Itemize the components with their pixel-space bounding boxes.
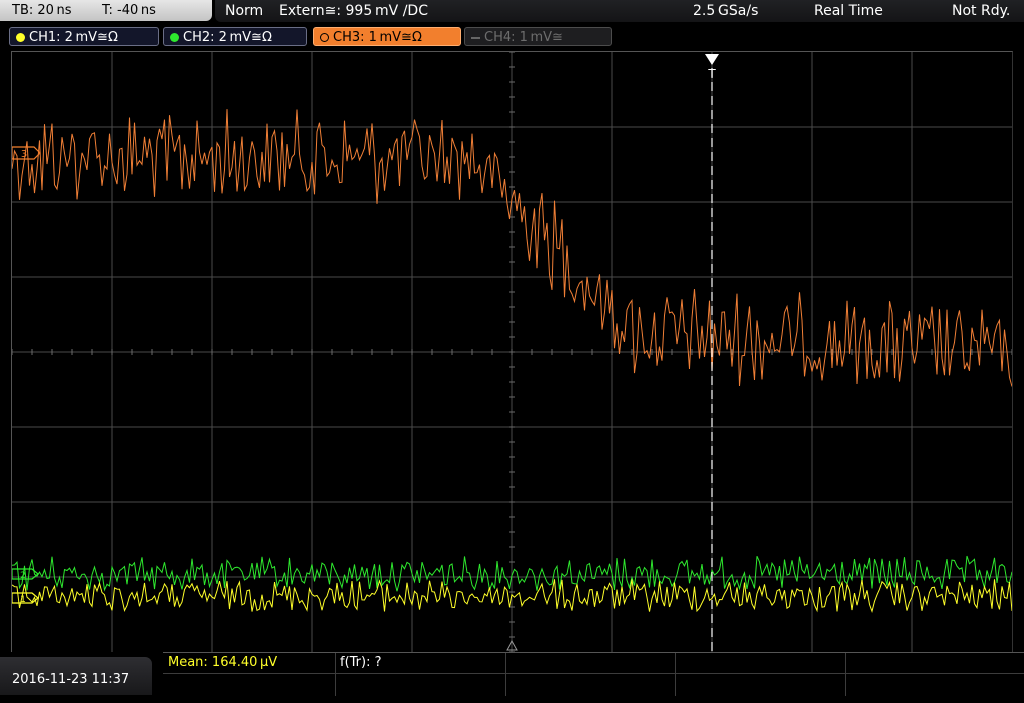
measurement-fall-time-label: f(Tr): ? <box>340 655 382 670</box>
ch2-offset-marker[interactable]: 2 <box>12 568 39 581</box>
measurement-mean-label: Mean: 164.40 µV <box>168 655 278 670</box>
tab-ch2-label: CH2: 2 mV≅Ω <box>183 30 272 45</box>
timebase-panel[interactable]: TB: 20 ns T: -40 ns <box>0 0 212 21</box>
measurement-panel[interactable]: Mean: 164.40 µV f(Tr): ? <box>163 652 1024 696</box>
tab-ch4-label: CH4: 1 mV≅ <box>484 30 563 45</box>
waveform-display[interactable]: T 3 2 1 <box>11 51 1013 652</box>
acquisition-mode-readout[interactable]: Real Time <box>814 0 883 23</box>
ch3-offset-marker-label: 3 <box>21 149 27 160</box>
channel-tabs: CH1: 2 mV≅Ω CH2: 2 mV≅Ω CH3: 1 mV≅Ω CH4:… <box>0 26 1024 50</box>
tab-ch1[interactable]: CH1: 2 mV≅Ω <box>9 27 159 46</box>
tab-ch4[interactable]: CH4: 1 mV≅ <box>464 27 612 46</box>
trigger-mode-readout[interactable]: Norm <box>225 0 263 23</box>
trigger-source-readout[interactable]: Extern≅: 995 mV ∕DC <box>279 0 428 23</box>
status-bar: TB: 20 ns T: -40 ns Norm Extern≅: 995 mV… <box>0 0 1024 25</box>
measurement-divider <box>845 653 846 696</box>
ch1-offset-marker-label: 1 <box>20 595 26 605</box>
waveform-canvas[interactable]: T 3 2 1 <box>12 52 1012 652</box>
trigger-marker-label: T <box>707 67 716 81</box>
acquisition-panel[interactable]: Norm Extern≅: 995 mV ∕DC 2.5 GSa/s Real … <box>215 0 1024 22</box>
datetime-display: 2016-11-23 11:37 <box>0 657 152 695</box>
run-state-readout: Not Rdy. <box>952 3 1011 19</box>
datetime-label: 2016-11-23 11:37 <box>12 672 130 687</box>
tab-ch3[interactable]: CH3: 1 mV≅Ω <box>313 27 461 46</box>
measurement-row-empty[interactable] <box>163 673 1024 695</box>
ch3-indicator-icon <box>320 33 329 42</box>
tab-ch1-label: CH1: 2 mV≅Ω <box>29 30 118 45</box>
measurement-divider <box>505 653 506 696</box>
ch2-offset-marker-label: 2 <box>20 571 26 581</box>
tab-ch2[interactable]: CH2: 2 mV≅Ω <box>163 27 307 46</box>
tab-ch3-label: CH3: 1 mV≅Ω <box>333 30 422 45</box>
measurement-divider <box>335 653 336 696</box>
trigger-position-marker-icon[interactable] <box>705 54 719 65</box>
ch4-off-icon <box>471 37 480 39</box>
sample-rate-readout[interactable]: 2.5 GSa/s <box>693 0 758 23</box>
ch1-indicator-icon <box>16 33 25 42</box>
graticule <box>12 52 1012 652</box>
measurement-fall-time[interactable]: f(Tr): ? <box>335 653 505 673</box>
timebase-readout[interactable]: TB: 20 ns <box>12 0 72 22</box>
measurement-mean[interactable]: Mean: 164.40 µV <box>163 653 335 673</box>
footer-bar: 2016-11-23 11:37 Mean: 164.40 µV f(Tr): … <box>0 652 1024 696</box>
trigger-offset-readout[interactable]: T: -40 ns <box>102 0 156 22</box>
measurement-divider <box>675 653 676 696</box>
ch2-indicator-icon <box>170 33 179 42</box>
